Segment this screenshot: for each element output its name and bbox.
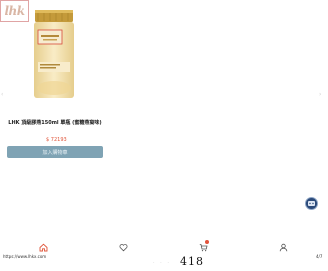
product-price: $ 72193 [46, 137, 67, 143]
cart-badge [205, 240, 209, 244]
floating-assistant-button[interactable] [305, 197, 318, 210]
add-to-cart-button[interactable]: 加入購物車 [7, 146, 103, 158]
heart-icon [119, 243, 127, 251]
bottom-number: 418 [180, 255, 204, 268]
home-icon [39, 243, 47, 251]
page-number: 4/7 [316, 254, 323, 259]
pagination-dots: · · · [153, 260, 171, 266]
tab-favorites[interactable] [118, 242, 128, 252]
tab-cart[interactable] [198, 240, 209, 252]
carousel-next-arrow[interactable]: › [319, 91, 321, 98]
bottom-tab-bar [0, 237, 328, 255]
page-url: https://www.lhkx.com [3, 254, 47, 259]
tab-account[interactable] [278, 242, 288, 252]
product-image[interactable] [28, 8, 80, 100]
tab-home[interactable] [38, 242, 48, 252]
brand-logo[interactable]: lhk [0, 0, 29, 22]
product-title[interactable]: LHK 頂級膠燕150ml 單瓶 (蜜糖燕窩味) [0, 119, 110, 126]
brand-logo-text: lhk [4, 4, 25, 18]
assistant-icon [308, 201, 315, 206]
carousel-prev-arrow[interactable]: ‹ [1, 91, 3, 98]
user-icon [279, 243, 287, 251]
